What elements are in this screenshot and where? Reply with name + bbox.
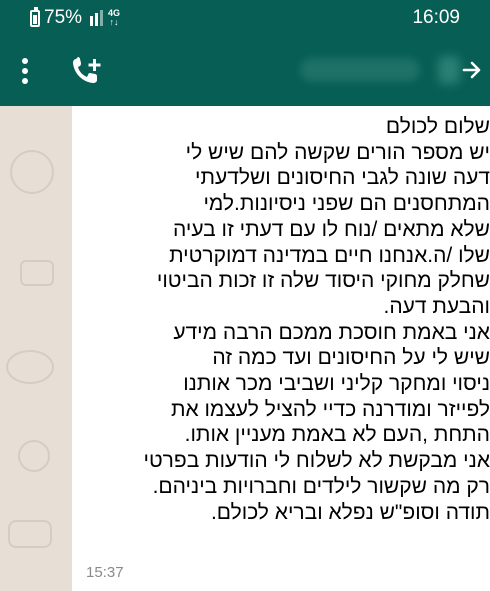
message-line: ניסוי ומחקר קליני ושביבי מכר אותנו (183, 372, 490, 396)
message-line: אני מבקשת לא לשלוח לי הודעות בפרטי (143, 449, 490, 473)
message-line: שלום לכולם (385, 115, 490, 138)
message-line: שחלק מחוקי היסוד שלה זו זכות הביטוי (156, 269, 490, 293)
message-line: תודה וסופ"ש נפלא ובריא לכולם. (210, 500, 490, 524)
message-line: דעה שונה לגבי החיסונים ושלדעתי (195, 166, 490, 190)
contact-name-blurred[interactable] (300, 58, 420, 82)
message-line: והבעת דעה. (383, 294, 490, 318)
menu-icon[interactable] (22, 58, 28, 84)
add-call-icon[interactable] (70, 56, 104, 86)
status-indicators: 75% 4G ↑↓ (30, 6, 121, 29)
message-line: המתחסנים הם שפני ניסיונות.למי (203, 192, 490, 216)
chat-header (0, 34, 490, 106)
battery-level: 75% (44, 7, 83, 28)
battery-icon (30, 6, 40, 27)
status-bar: 75% 4G ↑↓ 16:09 (0, 0, 490, 34)
message-line: התחת ,העם לא באמת מעניין אותו. (184, 423, 490, 447)
forward-arrow-icon[interactable] (462, 60, 482, 80)
avatar[interactable] (438, 56, 460, 84)
status-time: 16:09 (412, 7, 460, 28)
message-line: לפייזר ומודרנה כדיי להציל לעצמו את (170, 397, 490, 421)
network-badge: 4G ↑↓ (108, 8, 121, 27)
signal-icon (90, 10, 104, 26)
message-line: שלו /ה.אנחנו חיים במדינה דמוקרטית (169, 243, 490, 267)
message-line: רק מה שקשור לילדים וחברויות ביניהם. (152, 474, 490, 498)
message-line: יש מספר הורים שקשה להם שיש לי (185, 140, 490, 164)
message-text: שלום לכולם יש מספר הורים שקשה להם שיש לי ד… (84, 114, 490, 525)
message-line: שיש לי על החיסונים ועד כמה זה (212, 346, 490, 370)
message-line: שלא מתאים /נוח לו עם דעתי זו בעיה (173, 217, 490, 241)
message-line: אני באמת חוסכת ממכם הרבה מידע (173, 320, 490, 344)
message-bubble[interactable]: שלום לכולם יש מספר הורים שקשה להם שיש לי ד… (72, 106, 490, 591)
message-timestamp: 15:37 (86, 564, 124, 581)
